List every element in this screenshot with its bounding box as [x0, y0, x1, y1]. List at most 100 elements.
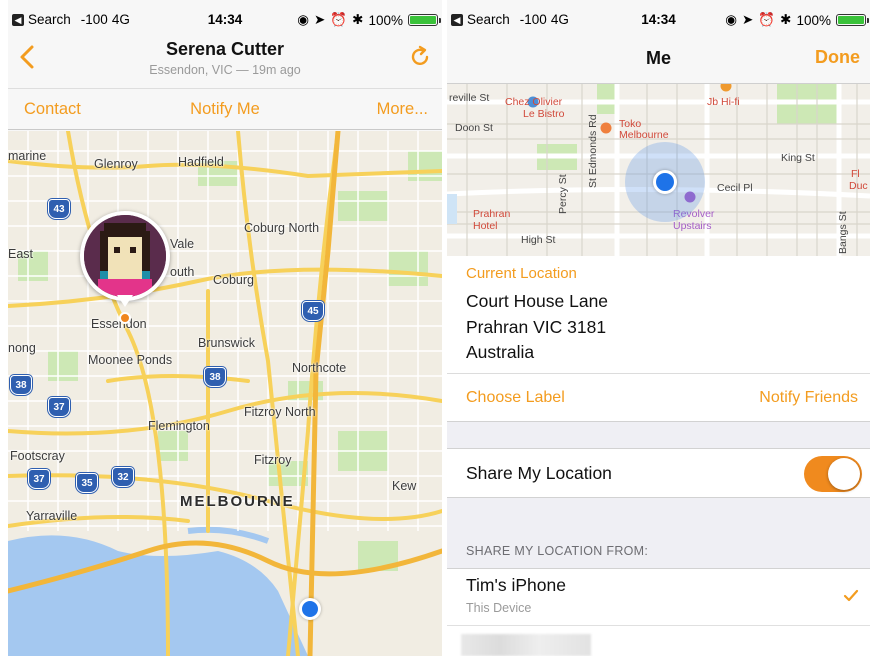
contact-location-time: Essendon, VIC — 19m ago — [149, 63, 301, 77]
status-right: ◉ ➤ ⏰ ✱ 100% — [297, 12, 441, 28]
right-screen: ◀ Search -100 4G 14:34 ◉ ➤ ⏰ ✱ 100% Me D… — [447, 0, 870, 656]
share-location-toggle[interactable] — [804, 456, 862, 492]
status-right: ◉ ➤ ⏰ ✱ 100% — [725, 12, 869, 28]
poi-label: Duc — [849, 180, 868, 192]
poi-label: Jb Hi-fi — [707, 96, 740, 108]
poi-label: Fl — [851, 168, 860, 180]
battery-percent: 100% — [796, 12, 831, 28]
route-shield: 32 — [112, 467, 134, 487]
poi-label: Le Bistro — [523, 108, 565, 120]
status-bar: ◀ Search -100 4G 14:34 ◉ ➤ ⏰ ✱ 100% — [8, 0, 442, 38]
device-row[interactable] — [447, 626, 870, 656]
address-line-3: Australia — [466, 342, 535, 362]
orientation-lock-icon: ◉ — [297, 12, 310, 27]
restaurant-pin-icon — [600, 122, 612, 134]
current-location-label: Current Location — [466, 265, 577, 282]
street-label: High St — [521, 234, 556, 246]
battery-icon — [836, 14, 869, 26]
map-label: Flemington — [148, 419, 210, 433]
map-label: Vale — [170, 237, 195, 251]
nav-bar: Serena Cutter Essendon, VIC — 19m ago — [8, 38, 442, 88]
street-label: Percy St — [557, 174, 569, 214]
address-line-1: Court House Lane — [466, 291, 609, 311]
map-label: Glenroy — [94, 157, 138, 171]
status-bar: ◀ Search -100 4G 14:34 ◉ ➤ ⏰ ✱ 100% — [447, 0, 870, 38]
map-label: Brunswick — [198, 336, 255, 350]
avatar[interactable] — [80, 211, 170, 301]
device-subtitle: This Device — [466, 601, 532, 615]
left-screen: ◀ Search -100 4G 14:34 ◉ ➤ ⏰ ✱ 100% Sere… — [8, 0, 442, 656]
checkmark-icon — [843, 589, 859, 602]
poi-label: Melbourne — [619, 129, 669, 141]
my-location-dot[interactable] — [653, 170, 677, 194]
location-actions-row: Choose Label Notify Friends — [447, 374, 870, 422]
location-arrow-icon: ➤ — [314, 12, 326, 27]
poi-label: Chez Olivier — [505, 96, 563, 108]
poi-label: Hotel — [473, 220, 498, 232]
pixel-avatar-icon — [84, 215, 166, 297]
current-location-card: Current Location Court House Lane Prahra… — [447, 256, 870, 374]
blurred-device-name — [461, 634, 591, 656]
route-shield: 43 — [48, 199, 70, 219]
route-shield: 38 — [204, 367, 226, 387]
location-arrow-icon: ➤ — [742, 12, 754, 27]
map-label: nong — [8, 341, 36, 355]
toggle-knob — [828, 458, 860, 490]
route-shield: 35 — [76, 473, 98, 493]
friend-avatar-pin[interactable] — [80, 211, 170, 319]
contact-name: Serena Cutter — [165, 39, 285, 59]
share-location-row: Share My Location — [447, 448, 870, 498]
section-header: SHARE MY LOCATION FROM: — [466, 544, 649, 558]
map-label: Coburg North — [244, 221, 320, 235]
done-button[interactable]: Done — [815, 47, 860, 68]
page-title: Me — [645, 48, 671, 68]
nav-bar: Me Done — [447, 38, 870, 84]
map-label: Yarraville — [26, 509, 78, 523]
friend-location-dot[interactable] — [119, 312, 131, 324]
route-shield: 37 — [48, 397, 70, 417]
city-label: MELBOURNE — [180, 493, 295, 510]
more-button[interactable]: More... — [377, 100, 428, 119]
route-shield: 38 — [10, 375, 32, 395]
friend-map[interactable]: marine Glenroy Hadfield Coburg North Eas… — [8, 131, 442, 656]
street-label: Bangs St — [837, 211, 849, 254]
battery-icon — [408, 14, 441, 26]
map-label: Coburg — [213, 273, 254, 287]
map-label: Footscray — [10, 449, 65, 463]
shop-pin-icon — [720, 84, 732, 92]
refresh-icon[interactable] — [408, 44, 432, 70]
battery-percent: 100% — [368, 12, 403, 28]
street-label: reville St — [449, 92, 490, 104]
device-name: Tim's iPhone — [466, 575, 566, 595]
map-label: Hadfield — [178, 155, 224, 169]
route-shield: 37 — [28, 469, 50, 489]
bluetooth-icon: ✱ — [780, 12, 792, 27]
street-label: Doon St — [455, 122, 493, 134]
street-label: St Edmonds Rd — [587, 114, 599, 188]
device-row[interactable]: Tim's iPhone This Device — [447, 568, 870, 626]
map-label: East — [8, 247, 34, 261]
route-shield: 45 — [302, 301, 324, 321]
poi-label: Upstairs — [673, 220, 712, 232]
map-label: marine — [8, 149, 47, 163]
share-location-label: Share My Location — [466, 463, 612, 483]
pin-tail — [117, 295, 133, 307]
alarm-icon: ⏰ — [330, 12, 348, 27]
choose-label-button[interactable]: Choose Label — [466, 389, 565, 407]
address-line-2: Prahran VIC 3181 — [466, 317, 607, 337]
map-label: Fitzroy — [254, 453, 292, 467]
action-toolbar: Contact Notify Me More... — [8, 88, 442, 130]
orientation-lock-icon: ◉ — [725, 12, 738, 27]
street-label: King St — [781, 152, 815, 164]
map-label: Fitzroy North — [244, 405, 316, 419]
map-background — [8, 131, 442, 656]
poi-label: Prahran — [473, 208, 511, 220]
bluetooth-icon: ✱ — [352, 12, 364, 27]
map-label: outh — [170, 265, 195, 279]
map-label: Kew — [392, 479, 417, 493]
my-location-dot[interactable] — [299, 598, 321, 620]
alarm-icon: ⏰ — [758, 12, 776, 27]
map-label: Northcote — [292, 361, 347, 375]
notify-friends-button[interactable]: Notify Friends — [759, 389, 858, 407]
my-location-map[interactable]: reville St Chez Olivier Le Bistro Jb Hi-… — [447, 84, 870, 256]
